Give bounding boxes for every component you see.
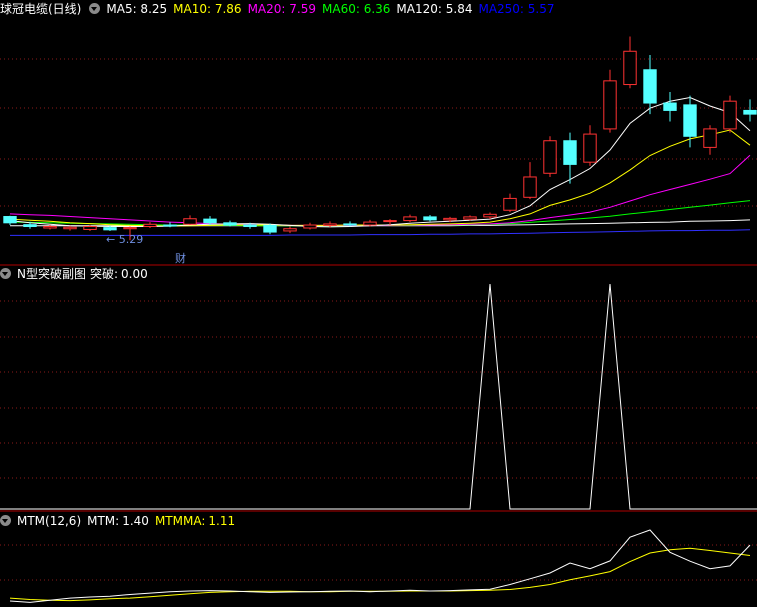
low-price-annotation: ← 5.29	[106, 233, 143, 246]
ma10-line	[9, 129, 751, 227]
candle-down	[563, 140, 577, 165]
candle-down	[343, 223, 357, 226]
candle-up	[323, 223, 337, 226]
ma60-line	[9, 200, 751, 227]
ma5-line	[9, 96, 751, 228]
candle-up	[303, 224, 317, 229]
candle-down	[23, 224, 37, 228]
candle-up	[603, 80, 617, 130]
candle-up	[283, 228, 297, 232]
candle-up	[63, 226, 77, 230]
candle-down	[743, 109, 757, 115]
candle-down	[243, 224, 257, 228]
candle-up	[183, 218, 197, 225]
candle-up	[703, 128, 717, 148]
candle-down	[103, 227, 117, 231]
breakout-signal-line	[0, 283, 757, 510]
candle-up	[503, 197, 517, 211]
candle-up	[463, 216, 477, 220]
candle-down	[263, 224, 277, 233]
candle-up	[403, 216, 417, 222]
candle-up	[543, 140, 557, 174]
candle-down	[3, 216, 17, 224]
candle-up	[143, 223, 157, 228]
mtmma-line	[9, 547, 751, 602]
candle-down	[223, 222, 237, 226]
chart-canvas[interactable]: ← 5.29 财	[0, 0, 757, 607]
ma20-line	[9, 154, 751, 226]
candle-down	[663, 102, 677, 111]
candle-up	[523, 176, 537, 198]
candle-down	[423, 216, 437, 221]
candle-down	[203, 218, 217, 224]
candle-up	[723, 100, 737, 130]
candle-up	[83, 226, 97, 230]
candle-up	[623, 50, 637, 86]
candle-up	[363, 221, 377, 226]
candle-up	[483, 213, 497, 218]
candle-down	[643, 69, 657, 104]
mtm-line	[9, 529, 751, 603]
candle-up	[583, 133, 597, 163]
candle-up	[443, 217, 457, 221]
event-marker: 财	[175, 251, 186, 265]
candle-down	[683, 104, 697, 137]
candle-up	[43, 226, 57, 229]
candle-down	[163, 224, 177, 227]
candle-up	[383, 220, 397, 223]
candle-up	[123, 227, 137, 230]
